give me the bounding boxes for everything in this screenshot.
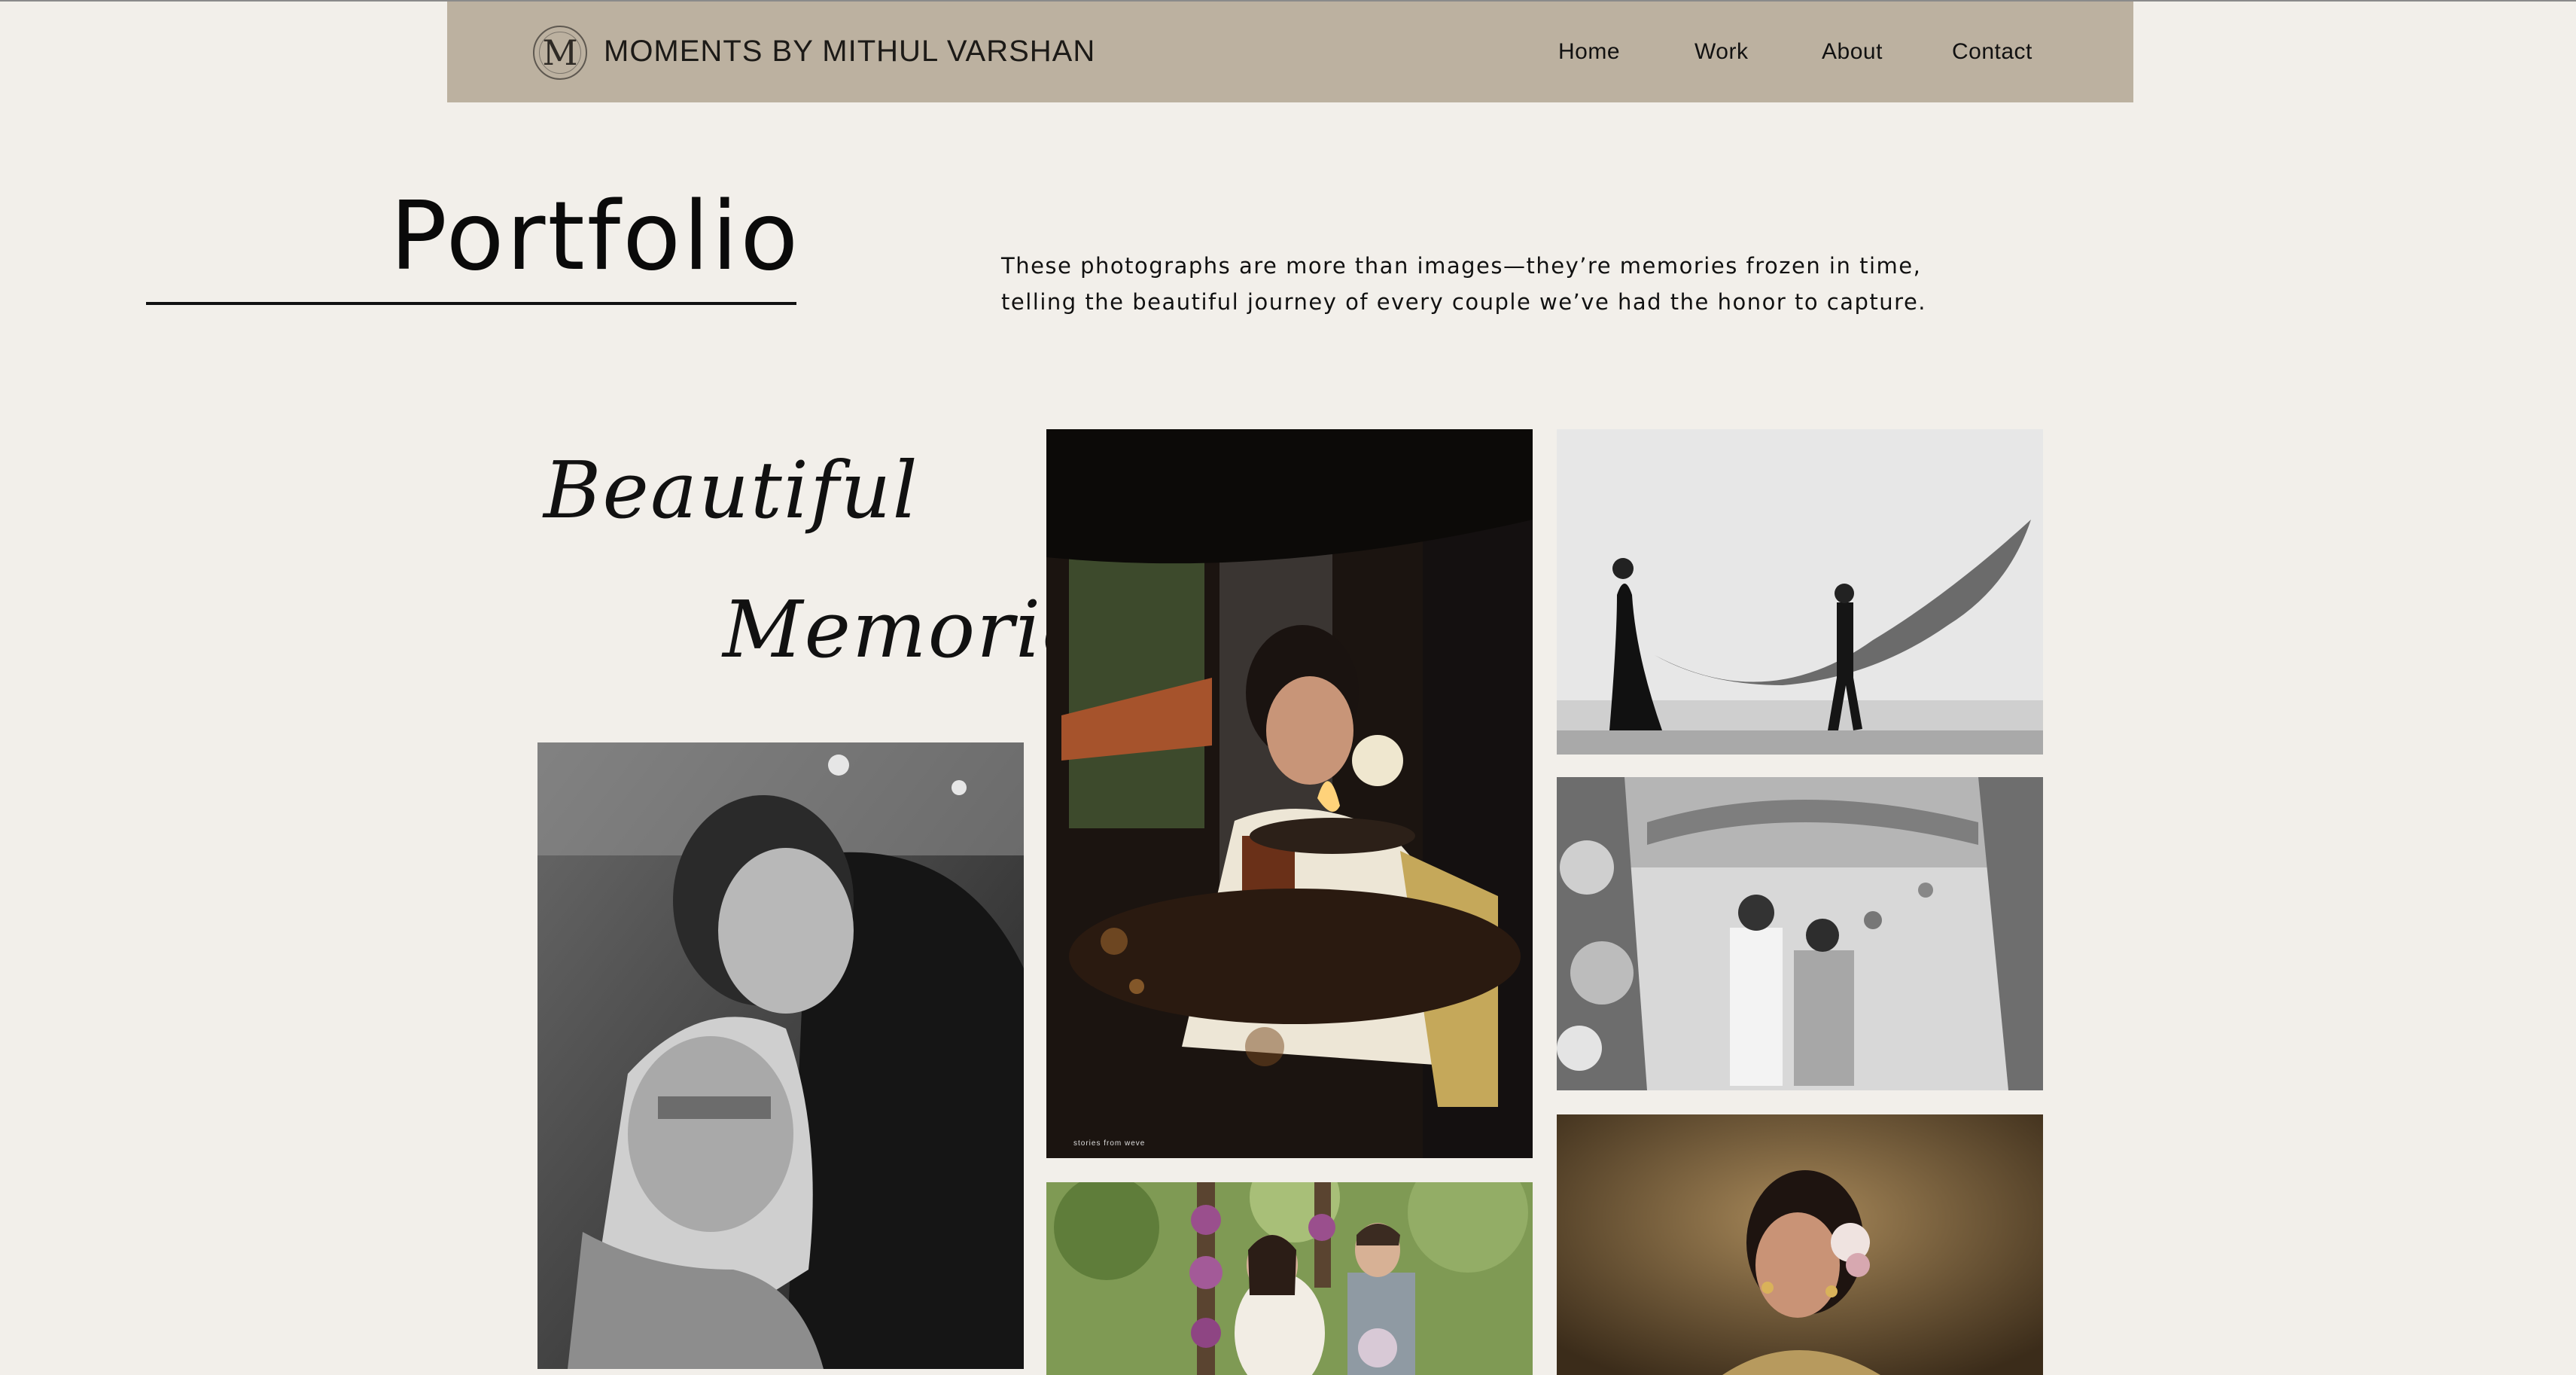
photo-bride-lamp[interactable]: stories from weve xyxy=(1046,429,1533,1158)
brand-name[interactable]: MOMENTS BY MITHUL VARSHAN xyxy=(604,35,1095,69)
page-title: Portfolio xyxy=(390,181,801,291)
intro-line-2: telling the beautiful journey of every c… xyxy=(1001,289,1927,315)
photo-watermark: stories from weve xyxy=(1073,1139,1146,1148)
nav-about[interactable]: About xyxy=(1822,39,1883,65)
site-header: M MOMENTS BY MITHUL VARSHAN Home Work Ab… xyxy=(447,2,2133,102)
photo-bride-lamp-image xyxy=(1046,429,1533,1158)
nav-home[interactable]: Home xyxy=(1558,39,1620,65)
photo-couple-garden-image xyxy=(1046,1182,1533,1375)
photo-couple-veil[interactable] xyxy=(1557,429,2043,755)
photo-couple-garden[interactable] xyxy=(1046,1182,1533,1375)
nav-contact[interactable]: Contact xyxy=(1952,39,2032,65)
photo-couple-veil-image xyxy=(1557,429,2043,755)
title-underline xyxy=(146,302,796,305)
photo-bride-portrait[interactable] xyxy=(1557,1114,2043,1375)
photo-bride-portrait-image xyxy=(1557,1114,2043,1375)
photo-grandmother-embrace-image xyxy=(537,742,1024,1369)
intro-line-1: These photographs are more than images—t… xyxy=(1001,253,1922,279)
photo-grandmother-embrace[interactable] xyxy=(537,742,1024,1369)
tagline-beautiful: Beautiful xyxy=(544,444,919,536)
logo-icon[interactable]: M xyxy=(533,26,587,80)
nav-work[interactable]: Work xyxy=(1694,39,1748,65)
photo-couple-floral-arch[interactable] xyxy=(1557,777,2043,1090)
photo-couple-floral-arch-image xyxy=(1557,777,2043,1090)
intro-text: These photographs are more than images—t… xyxy=(1001,248,1980,320)
